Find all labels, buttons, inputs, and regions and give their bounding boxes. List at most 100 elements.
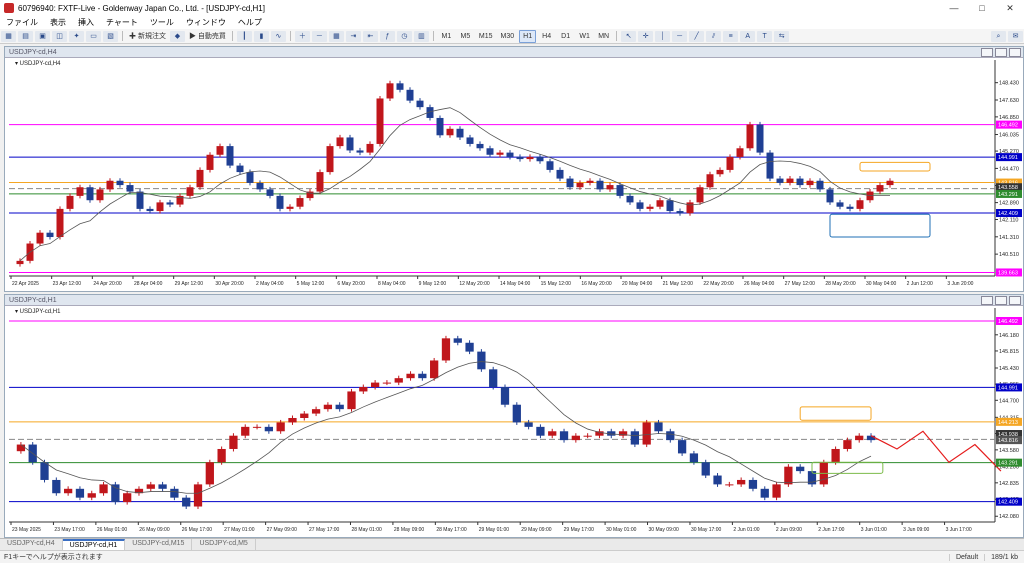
candle-body	[123, 493, 132, 503]
menu-help[interactable]: ヘルプ	[232, 17, 268, 28]
candle-body	[246, 172, 254, 183]
label-tool-icon[interactable]: T	[757, 30, 773, 42]
candle-body	[146, 208, 154, 212]
periods-icon[interactable]: ◷	[396, 30, 412, 42]
templates-icon[interactable]: ▥	[413, 30, 429, 42]
menu-tools[interactable]: ツール	[144, 17, 180, 28]
tab-usdjpy-h4[interactable]: USDJPY-cd,H4	[0, 539, 63, 550]
menu-window[interactable]: ウィンドウ	[180, 17, 232, 28]
timeframe-h4[interactable]: H4	[538, 30, 555, 43]
price-chart-h1[interactable]: ▾ USDJPY-cd,H1146.180145.815145.430145.0…	[5, 306, 1023, 536]
candle-body	[642, 422, 651, 445]
search-icon[interactable]: ⌕	[991, 30, 1006, 42]
vertical-line-icon[interactable]: │	[655, 30, 671, 42]
profiles-icon[interactable]: ▤	[18, 30, 33, 42]
cursor-icon[interactable]: ↖	[621, 30, 637, 42]
maximize-icon[interactable]	[995, 47, 1007, 57]
auto-trade-button[interactable]: ▶ 自動売買	[187, 31, 228, 42]
zoom-out-icon[interactable]: －	[311, 30, 327, 42]
candle-body	[536, 156, 544, 162]
new-chart-icon[interactable]: ▦	[1, 30, 16, 42]
market-watch-icon[interactable]: ▣	[35, 30, 50, 42]
status-bar: F1キーでヘルプが表示されます Default 189/1 kb	[0, 550, 1024, 563]
maximize-icon[interactable]: □	[968, 3, 996, 13]
time-tick-label: 30 May 09:00	[649, 527, 680, 533]
timeframe-m5[interactable]: M5	[457, 30, 474, 43]
menu-insert[interactable]: 挿入	[72, 17, 100, 28]
navigator-icon[interactable]: ✦	[69, 30, 84, 42]
price-tick-label: 144.470	[999, 166, 1019, 172]
time-tick-label: 29 May 17:00	[564, 527, 595, 533]
data-window-icon[interactable]: ◫	[52, 30, 67, 42]
candle-body	[323, 404, 333, 410]
equidistant-channel-icon[interactable]: ⫽	[706, 30, 722, 42]
toolbar-separator	[289, 31, 291, 41]
text-tool-icon[interactable]: A	[740, 30, 756, 42]
chart-window-title: USDJPY-cd,H1	[9, 296, 57, 304]
chart-symbol-label: ▾ USDJPY-cd,H1	[15, 309, 61, 315]
meta-editor-icon[interactable]: ◆	[169, 30, 185, 42]
timeframe-w1[interactable]: W1	[576, 30, 593, 43]
candle-body	[56, 208, 64, 238]
candle-body	[430, 360, 439, 379]
toolbar: ▦ ▤ ▣ ◫ ✦ ▭ ▧ ✚ 新規注文 ◆ ▶ 自動売買 ┃ ▮ ∿ ＋ － …	[0, 29, 1024, 44]
candle-body	[656, 200, 664, 207]
zoom-in-icon[interactable]: ＋	[294, 30, 310, 42]
tab-usdjpy-m5[interactable]: USDJPY-cd,M5	[192, 539, 256, 550]
time-tick-label: 12 May 20:00	[459, 281, 490, 287]
minimize-icon[interactable]	[981, 295, 993, 305]
tester-icon[interactable]: ▧	[103, 30, 118, 42]
horizontal-line-icon[interactable]: ─	[672, 30, 688, 42]
candle-body	[382, 382, 392, 384]
crosshair-icon[interactable]: ✛	[638, 30, 654, 42]
timeframe-m30[interactable]: M30	[498, 30, 518, 43]
candle-body	[516, 156, 524, 160]
chart-window-h4[interactable]: USDJPY-cd,H4 ▾ USDJPY-cd,H4 148.430 147.63…	[4, 46, 1024, 292]
auto-scroll-icon[interactable]: ⇥	[345, 30, 361, 42]
candle-body	[99, 484, 108, 494]
arrows-tool-icon[interactable]: ⇆	[774, 30, 790, 42]
minimize-icon[interactable]: —	[940, 3, 968, 13]
candle-body	[326, 146, 334, 173]
timeframe-h1[interactable]: H1	[519, 29, 537, 43]
close-icon[interactable]: ✕	[996, 3, 1024, 14]
candle-body	[256, 182, 264, 190]
candle-body	[559, 431, 569, 441]
timeframe-m15[interactable]: M15	[476, 30, 496, 43]
chart-window-h1[interactable]: USDJPY-cd,H1 ▾ USDJPY-cd,H1 146.180 145.81…	[4, 294, 1024, 538]
tile-windows-icon[interactable]: ▦	[328, 30, 344, 42]
terminal-icon[interactable]: ▭	[86, 30, 101, 42]
chat-icon[interactable]: ✉	[1008, 30, 1023, 42]
tab-usdjpy-m15[interactable]: USDJPY-cd,M15	[125, 539, 193, 550]
candlestick-icon[interactable]: ▮	[253, 30, 269, 42]
candle-body	[366, 143, 374, 153]
menu-charts[interactable]: チャート	[100, 17, 144, 28]
tab-usdjpy-h1[interactable]: USDJPY-cd,H1	[62, 539, 126, 550]
candle-body	[276, 195, 284, 209]
line-chart-icon[interactable]: ∿	[270, 30, 286, 42]
candle-body	[689, 453, 699, 463]
candle-body	[170, 488, 179, 498]
timeframe-mn[interactable]: MN	[595, 30, 612, 43]
trendline-icon[interactable]: ╱	[689, 30, 705, 42]
bar-chart-icon[interactable]: ┃	[236, 30, 252, 42]
new-order-button[interactable]: ✚ 新規注文	[127, 31, 168, 42]
close-icon[interactable]	[1009, 295, 1021, 305]
time-tick-label: 15 May 12:00	[541, 281, 572, 287]
time-tick-label: 27 May 12:00	[785, 281, 816, 287]
candle-body	[46, 232, 54, 238]
price-chart-h4[interactable]: ▾ USDJPY-cd,H4 148.430 147.630 146.850 146.0…	[5, 58, 1023, 290]
price-label-text: 143.291	[998, 192, 1018, 198]
timeframe-m1[interactable]: M1	[438, 30, 455, 43]
maximize-icon[interactable]	[995, 295, 1007, 305]
menu-file[interactable]: ファイル	[0, 17, 44, 28]
candle-body	[236, 165, 244, 173]
indicators-icon[interactable]: ƒ	[379, 30, 395, 42]
fibonacci-icon[interactable]: ≡	[723, 30, 739, 42]
menu-view[interactable]: 表示	[44, 17, 72, 28]
chart-shift-icon[interactable]: ⇤	[362, 30, 378, 42]
app-icon	[4, 3, 14, 13]
minimize-icon[interactable]	[981, 47, 993, 57]
timeframe-d1[interactable]: D1	[557, 30, 574, 43]
close-icon[interactable]	[1009, 47, 1021, 57]
